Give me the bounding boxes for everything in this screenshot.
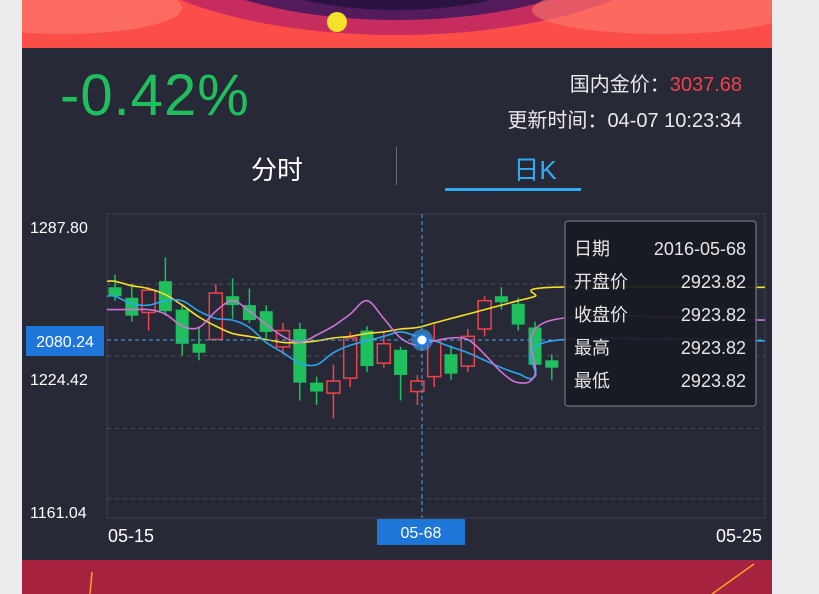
candle-body <box>477 299 492 330</box>
bottom-decoration <box>89 563 755 594</box>
tooltip-label: 收盘价 <box>574 305 628 325</box>
change-percent: -0.42% <box>60 63 250 128</box>
bottom-banner <box>22 560 772 594</box>
update-time-label: 更新时间： <box>507 110 608 132</box>
tab-divider <box>396 147 397 185</box>
crosshair-date-label: 05-68 <box>401 525 442 542</box>
candle-body <box>192 343 206 353</box>
tooltip-label: 最低 <box>574 371 610 391</box>
x-tick-label: 05-25 <box>716 526 762 546</box>
tooltip-value: 2016-05-68 <box>654 239 746 259</box>
app-container: -0.42% 国内金价：3037.68 更新时间：04-07 10:23:34 … <box>22 0 772 594</box>
tooltip-label: 日期 <box>574 239 610 259</box>
tooltip-value: 2923.82 <box>681 305 746 325</box>
domestic-price-label: 国内金价： <box>569 74 670 96</box>
tooltip-value: 2923.82 <box>681 338 746 358</box>
banner-decoration <box>22 0 772 35</box>
top-banner <box>22 0 772 48</box>
candle-body <box>293 329 307 383</box>
candle-body <box>444 354 458 374</box>
tab-intraday[interactable]: 分时 <box>222 150 332 187</box>
tooltip-value: 2923.82 <box>681 272 746 292</box>
tooltip-label: 最高 <box>574 338 610 358</box>
candle-body <box>158 281 172 312</box>
active-tab-indicator <box>445 188 581 191</box>
candle-body <box>376 343 392 364</box>
update-time: 更新时间：04-07 10:23:34 <box>507 104 742 133</box>
tooltip-label: 开盘价 <box>574 272 628 292</box>
candle-body <box>394 349 408 376</box>
y-tick-label: 1224.42 <box>30 372 88 389</box>
candle-body <box>125 297 139 316</box>
tooltip-value: 2923.82 <box>681 371 746 391</box>
data-tooltip: 日期 2016-05-68 开盘价 2923.82 收盘价 2923.82 最高… <box>564 220 757 407</box>
crosshair-price-label: 2080.24 <box>36 334 94 351</box>
tab-daily-k[interactable]: 日K <box>467 150 603 187</box>
kline-chart[interactable]: 1287.80 1224.42 1161.04 2080.24 05-15 05… <box>22 200 772 560</box>
candle-body <box>511 303 525 325</box>
candle-body <box>545 360 559 368</box>
y-tick-label: 1287.80 <box>30 220 88 237</box>
y-tick-label: 1161.04 <box>30 505 87 522</box>
crosshair-point <box>414 332 430 348</box>
x-tick-label: 05-15 <box>108 526 154 546</box>
candle-body <box>108 287 122 297</box>
candle-body <box>360 330 374 367</box>
domestic-gold-price: 国内金价：3037.68 <box>570 68 742 97</box>
candle-body <box>310 382 324 392</box>
domestic-price-value: 3037.68 <box>669 74 742 96</box>
candle-body <box>326 380 341 394</box>
candle-body <box>494 296 508 303</box>
update-time-value: 04-07 10:23:34 <box>607 110 742 132</box>
